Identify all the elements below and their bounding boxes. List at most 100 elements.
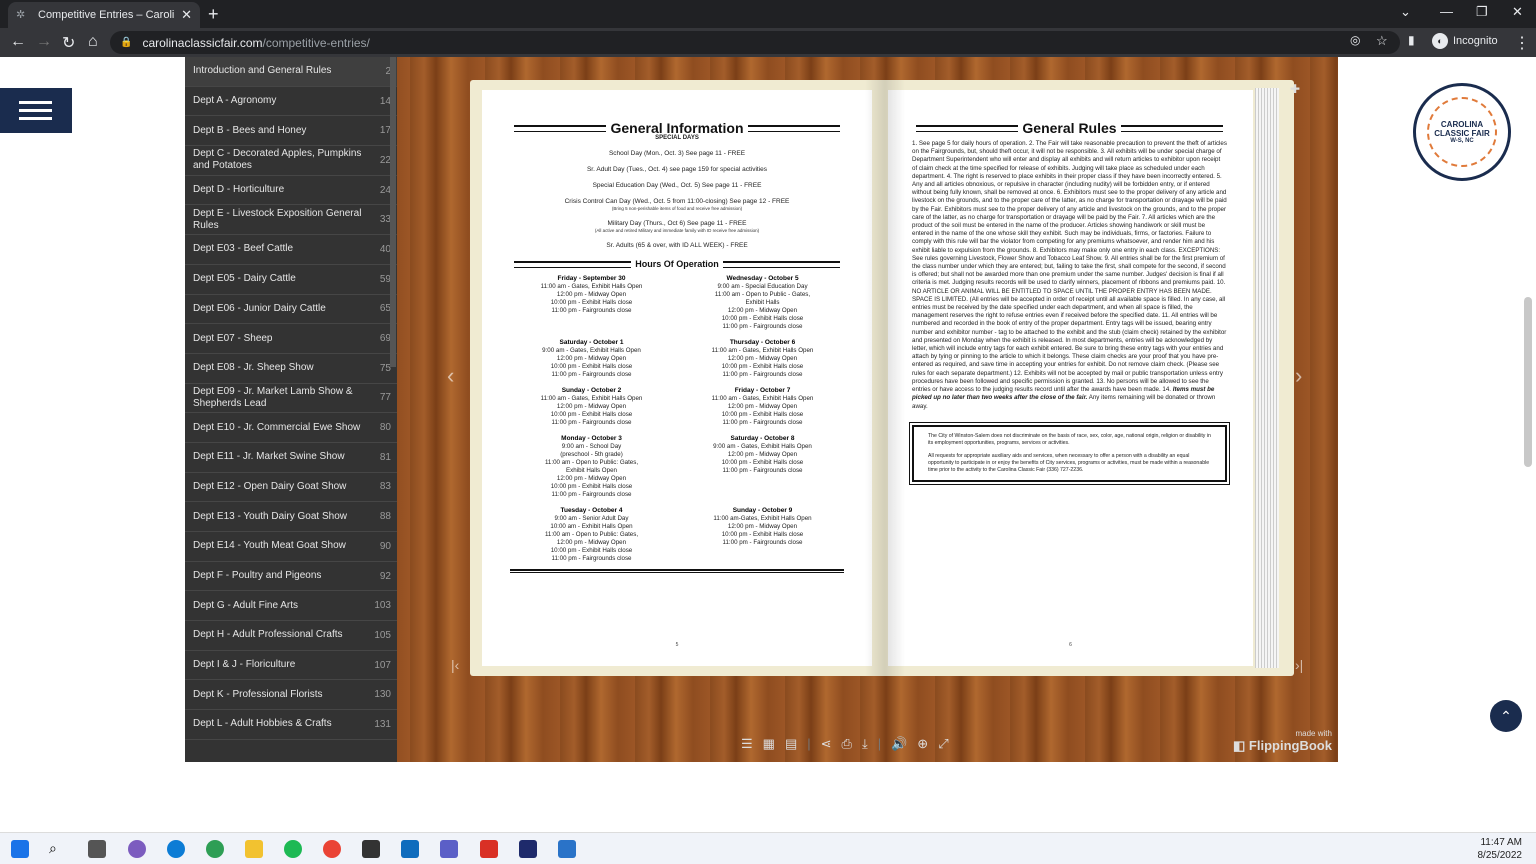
- search-icon[interactable]: ⌕: [49, 840, 67, 858]
- fullscreen-icon[interactable]: ⤢: [938, 736, 948, 752]
- reload-icon[interactable]: ↻: [62, 33, 75, 53]
- eye-off-icon[interactable]: ◎: [1350, 33, 1360, 47]
- tab-search-icon[interactable]: ⌄: [1400, 4, 1411, 20]
- hours-block: Friday - October 7 11:00 am - Gates, Exhi…: [681, 387, 844, 427]
- thumbnails-grid-icon[interactable]: ▦: [763, 736, 775, 752]
- toc-item[interactable]: Dept E10 - Jr. Commercial Ewe Show 80: [185, 413, 397, 443]
- special-day-line: Sr. Adults (65 & over, with ID ALL WEEK)…: [606, 242, 748, 249]
- toc-item[interactable]: Dept E03 - Beef Cattle 40: [185, 235, 397, 265]
- toc-item[interactable]: Dept I & J - Floriculture 107: [185, 651, 397, 681]
- toc-item-label: Dept E14 - Youth Meat Goat Show: [193, 540, 346, 552]
- back-icon[interactable]: ←: [10, 33, 26, 51]
- task-view-icon[interactable]: [88, 840, 106, 858]
- toc-item[interactable]: Dept L - Adult Hobbies & Crafts 131: [185, 710, 397, 740]
- new-tab-icon[interactable]: +: [208, 4, 219, 25]
- toc-item[interactable]: Dept E06 - Junior Dairy Cattle 65: [185, 295, 397, 325]
- print-icon[interactable]: ⎙: [842, 736, 852, 752]
- rules-text: 1. See page 5 for daily hours of operati…: [912, 140, 1227, 411]
- toc-item[interactable]: Dept E12 - Open Dairy Goat Show 83: [185, 473, 397, 503]
- toc-item[interactable]: Dept D - Horticulture 24: [185, 176, 397, 206]
- toc-item[interactable]: Dept E - Livestock Exposition General Ru…: [185, 205, 397, 236]
- toc-item-label: Dept A - Agronomy: [193, 95, 277, 107]
- windows-start-icon[interactable]: [11, 840, 29, 858]
- address-bar[interactable]: 🔒 carolinaclassicfair.com/competitive-en…: [110, 31, 1400, 54]
- toc-item[interactable]: Dept E13 - Youth Dairy Goat Show 88: [185, 502, 397, 532]
- toc-item-page: 92: [379, 570, 391, 582]
- page-scrollbar[interactable]: [1524, 297, 1532, 467]
- add-note-icon[interactable]: ✚: [1290, 82, 1300, 96]
- special-days-list: School Day (Mon., Oct. 3) See page 11 - …: [510, 150, 844, 250]
- maximize-icon[interactable]: ❐: [1476, 4, 1488, 20]
- last-page-icon[interactable]: ›|: [1295, 657, 1303, 673]
- menu-kebab-icon[interactable]: ⋮: [1514, 33, 1530, 53]
- hours-block: Tuesday - October 4 9:00 am - Senior Adul…: [510, 507, 673, 563]
- toc-item[interactable]: Dept G - Adult Fine Arts 103: [185, 591, 397, 622]
- logo-line-3: W-S, NC: [1450, 138, 1474, 144]
- sound-icon[interactable]: 🔊: [891, 736, 907, 752]
- toc-item[interactable]: Dept C - Decorated Apples, Pumpkins and …: [185, 146, 397, 176]
- toc-item[interactable]: Introduction and General Rules 2: [185, 57, 397, 87]
- acrobat-icon[interactable]: [480, 840, 498, 858]
- notes-app-icon[interactable]: [362, 840, 380, 858]
- hours-line: 11:00 pm - Fairgrounds close: [722, 539, 803, 546]
- edge-icon[interactable]: [167, 840, 185, 858]
- share-icon[interactable]: ⋖: [821, 736, 832, 752]
- toc-item-label: Dept L - Adult Hobbies & Crafts: [193, 718, 332, 730]
- toc-item[interactable]: Dept E09 - Jr. Market Lamb Show & Shephe…: [185, 384, 397, 414]
- premiere-rush-icon[interactable]: [519, 840, 537, 858]
- minimize-icon[interactable]: —: [1440, 4, 1453, 19]
- scroll-to-top-button[interactable]: ⌃: [1490, 700, 1522, 732]
- incognito-indicator[interactable]: ◐ Incognito: [1432, 33, 1498, 49]
- download-icon[interactable]: ⤓: [862, 736, 868, 752]
- toc-item-page: 83: [379, 481, 391, 493]
- toc-item-label: Introduction and General Rules: [193, 65, 332, 77]
- camera-app-icon[interactable]: [558, 840, 576, 858]
- chrome-icon[interactable]: [323, 840, 341, 858]
- hours-line: 11:00 pm - Fairgrounds close: [722, 467, 803, 474]
- notes-icon[interactable]: ▤: [785, 736, 797, 752]
- toc-item[interactable]: Dept F - Poultry and Pigeons 92: [185, 562, 397, 592]
- first-page-icon[interactable]: |‹: [451, 657, 459, 673]
- hours-block: Sunday - October 9 11:00 am-Gates, Exhibi…: [681, 507, 844, 563]
- sidepanel-icon[interactable]: ▮: [1408, 33, 1415, 47]
- hours-line: 11:00 pm - Fairgrounds close: [551, 491, 632, 498]
- snip-tool-icon[interactable]: [128, 840, 146, 858]
- forward-icon[interactable]: →: [36, 33, 52, 51]
- toc-item[interactable]: Dept A - Agronomy 14: [185, 87, 397, 117]
- globe-app-icon[interactable]: [206, 840, 224, 858]
- zoom-in-icon[interactable]: ⊕: [917, 736, 928, 752]
- next-page-arrow-icon[interactable]: ›: [1295, 363, 1302, 389]
- toc-item[interactable]: Dept B - Bees and Honey 17: [185, 116, 397, 147]
- close-window-icon[interactable]: ✕: [1512, 4, 1523, 20]
- toc-item[interactable]: Dept E07 - Sheep 69: [185, 324, 397, 354]
- hamburger-menu-button[interactable]: [0, 88, 72, 133]
- toc-item-page: 90: [379, 540, 391, 552]
- toc-list-icon[interactable]: ☰: [741, 736, 753, 752]
- toc-item[interactable]: Dept K - Professional Florists 130: [185, 680, 397, 711]
- file-explorer-icon[interactable]: [245, 840, 263, 858]
- toc-item-label: Dept G - Adult Fine Arts: [193, 599, 299, 611]
- hours-line: 12:00 pm - Midway Open: [556, 403, 627, 410]
- tab-title: Competitive Entries – Carolina Cl: [38, 9, 175, 21]
- hours-line: 10:00 pm - Exhibit Halls close: [721, 531, 804, 538]
- flippingbook-badge[interactable]: made with ◧ FlippingBook: [1233, 729, 1332, 754]
- carolina-classic-fair-logo[interactable]: CAROLINA CLASSIC FAIR W-S, NC: [1413, 83, 1511, 181]
- toc-item[interactable]: Dept E14 - Youth Meat Goat Show 90: [185, 532, 397, 562]
- toc-item[interactable]: Dept E08 - Jr. Sheep Show 75: [185, 354, 397, 384]
- system-clock[interactable]: 11:47 AM 8/25/2022: [1478, 836, 1523, 862]
- toc-scrollbar[interactable]: [390, 57, 396, 367]
- outlook-icon[interactable]: [401, 840, 419, 858]
- teams-icon[interactable]: [440, 840, 458, 858]
- hours-line: 11:00 pm - Fairgrounds close: [722, 371, 803, 378]
- close-tab-icon[interactable]: ✕: [181, 7, 192, 23]
- web-page: Introduction and General Rules 2 Dept A - …: [0, 57, 1536, 832]
- toc-item[interactable]: Dept E11 - Jr. Market Swine Show 81: [185, 443, 397, 473]
- bookmark-star-icon[interactable]: ☆: [1376, 33, 1388, 49]
- prev-page-arrow-icon[interactable]: ‹: [447, 363, 454, 389]
- browser-tab[interactable]: ✲ Competitive Entries – Carolina Cl ✕: [8, 2, 200, 28]
- spotify-icon[interactable]: [284, 840, 302, 858]
- hours-line: 11:00 pm - Fairgrounds close: [722, 323, 803, 330]
- toc-item[interactable]: Dept H - Adult Professional Crafts 105: [185, 621, 397, 651]
- home-icon[interactable]: ⌂: [88, 33, 98, 51]
- toc-item[interactable]: Dept E05 - Dairy Cattle 59: [185, 265, 397, 295]
